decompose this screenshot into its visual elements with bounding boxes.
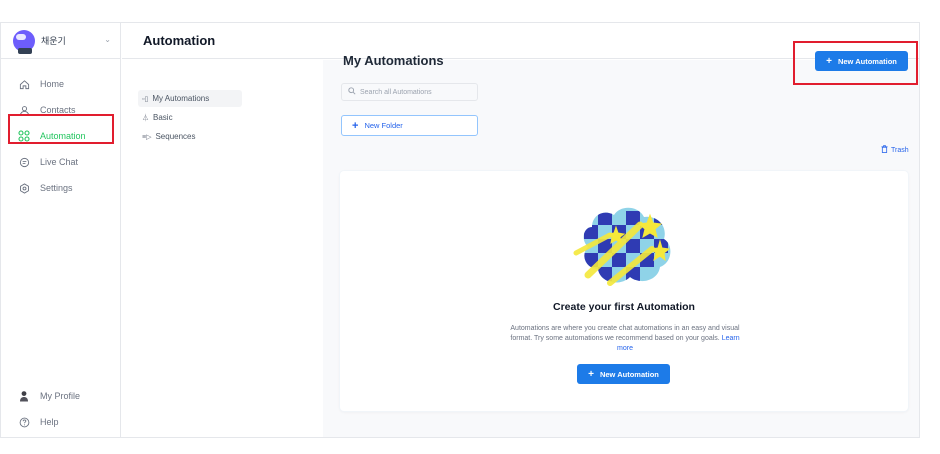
- highlight-box-new-automation: [793, 41, 918, 85]
- sequences-icon: ≡▷: [142, 133, 152, 141]
- sidebar-item-label: Live Chat: [40, 157, 79, 167]
- account-name: 채운기: [41, 36, 66, 46]
- trash-label: Trash: [891, 146, 909, 154]
- sidebar-item-help[interactable]: Help: [1, 409, 121, 435]
- subnav-item-label: Basic: [153, 113, 173, 122]
- settings-icon: [18, 182, 30, 194]
- highlight-box-automation: [8, 114, 114, 144]
- sidebar-item-label: Home: [40, 79, 65, 89]
- sidebar-item-settings[interactable]: Settings: [1, 175, 121, 201]
- home-icon: [18, 78, 30, 90]
- main-title: My Automations: [343, 53, 444, 68]
- sidebar-item-live-chat[interactable]: Live Chat: [1, 149, 121, 175]
- sidebar-item-label: Help: [40, 417, 59, 427]
- empty-state-title: Create your first Automation: [553, 301, 695, 313]
- sidebar-item-home[interactable]: Home: [1, 71, 121, 97]
- account-switcher[interactable]: 채운기 ⌄: [1, 23, 121, 59]
- avatar: [13, 29, 35, 54]
- trash-link[interactable]: Trash: [881, 145, 909, 155]
- profile-icon: [18, 390, 30, 402]
- sidebar-item-label: Settings: [40, 183, 73, 193]
- new-folder-button[interactable]: + New Folder: [341, 115, 478, 136]
- bottom-nav: My Profile Help: [1, 383, 121, 435]
- sidebar-item-label: My Profile: [40, 391, 81, 401]
- help-icon: [18, 416, 30, 428]
- basic-icon: ⏃: [142, 114, 149, 122]
- search-icon: [348, 87, 356, 97]
- new-folder-label: New Folder: [364, 121, 403, 130]
- chat-icon: [18, 156, 30, 168]
- empty-state-description: Automations are where you create chat au…: [505, 324, 745, 354]
- subnav-item-label: My Automations: [152, 94, 210, 103]
- subnav-item-sequences[interactable]: ≡▷ Sequences: [138, 128, 196, 145]
- sidebar-item-my-profile[interactable]: My Profile: [1, 383, 121, 409]
- empty-state-new-automation-button[interactable]: + New Automation: [577, 364, 670, 384]
- subnav-item-basic[interactable]: ⏃ Basic: [138, 109, 173, 126]
- search-input[interactable]: Search all Automations: [341, 83, 478, 101]
- automation-subnav: ▫▯ My Automations ⏃ Basic ≡▷ Sequences: [122, 60, 322, 437]
- subnav-item-my-automations[interactable]: ▫▯ My Automations: [138, 90, 242, 107]
- plus-icon: +: [352, 119, 359, 132]
- page-title: Automation: [143, 33, 216, 48]
- search-placeholder: Search all Automations: [360, 88, 432, 96]
- chevron-down-icon: ⌄: [104, 35, 111, 44]
- empty-state-text: Automations are where you create chat au…: [510, 325, 740, 342]
- my-automations-icon: ▫▯: [142, 95, 149, 103]
- automation-illustration: [570, 197, 680, 289]
- new-automation-label: New Automation: [599, 369, 659, 379]
- sidebar: 채운기 ⌄ Home Contacts Automation Live Chat…: [1, 23, 121, 437]
- subnav-item-label: Sequences: [155, 132, 196, 141]
- plus-icon: +: [588, 368, 594, 380]
- trash-icon: [881, 145, 888, 155]
